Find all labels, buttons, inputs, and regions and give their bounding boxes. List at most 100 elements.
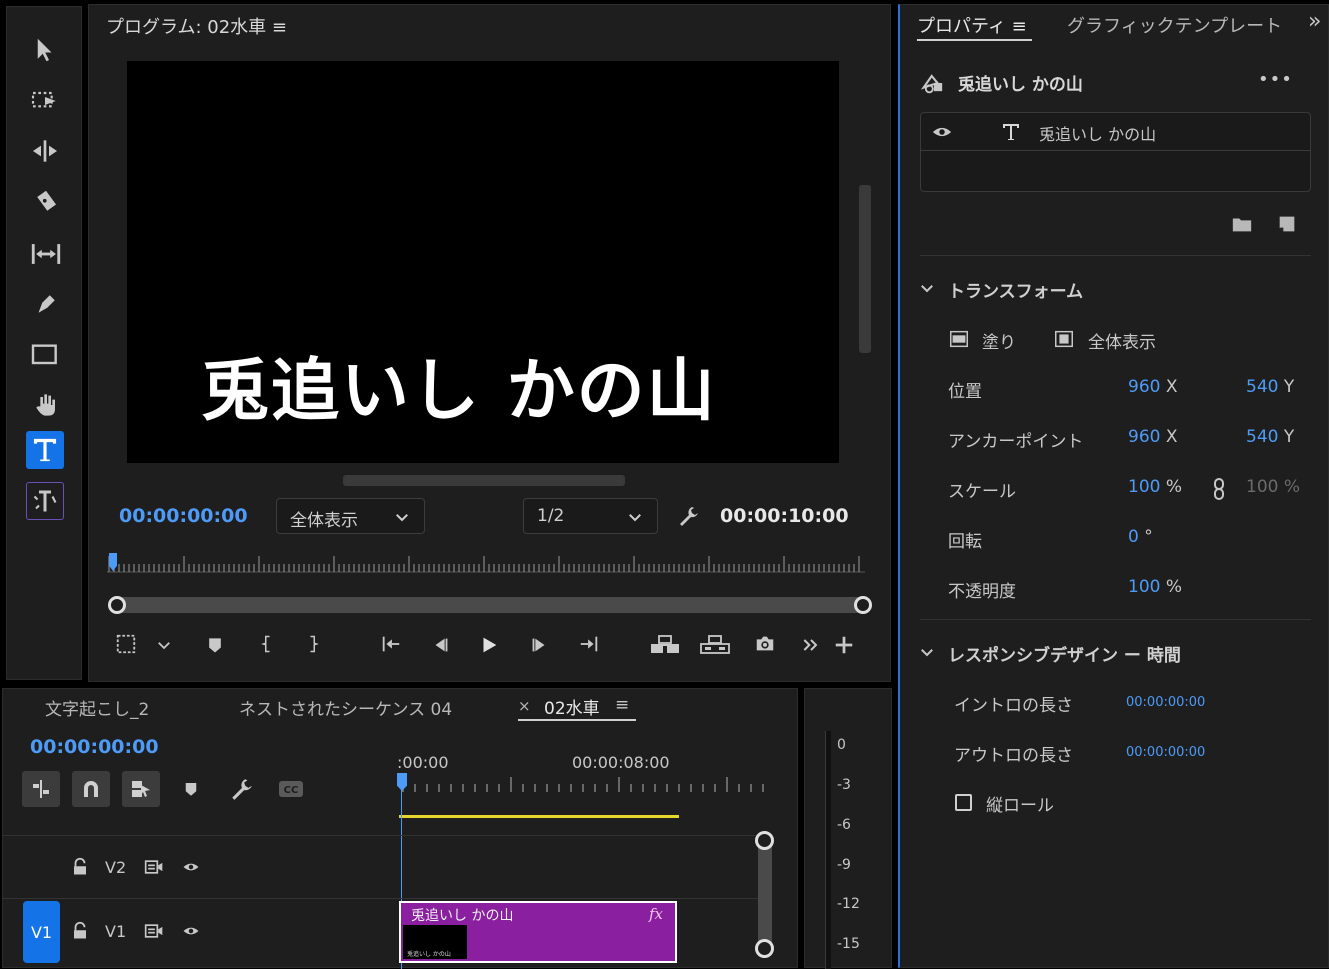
go-to-in-icon[interactable]: [378, 633, 404, 655]
fill-frame-label[interactable]: 塗り: [982, 328, 1016, 353]
wrench-icon[interactable]: [229, 776, 255, 802]
fit-dropdown-value: 全体表示: [290, 511, 358, 531]
anchor-y[interactable]: 540 Y: [1246, 427, 1294, 447]
fit-frame-label[interactable]: 全体表示: [1088, 328, 1156, 353]
track-scroll-handle-top[interactable]: [755, 831, 774, 850]
panel-overflow-icon[interactable]: »: [1308, 9, 1321, 34]
play-icon[interactable]: [478, 633, 500, 657]
lift-icon[interactable]: [649, 632, 681, 656]
mark-in-icon[interactable]: [259, 633, 277, 655]
ruler-label-start: :00:00: [397, 753, 449, 772]
marker-in-out-icon[interactable]: [115, 633, 137, 655]
fit-dropdown[interactable]: 全体表示: [276, 498, 425, 534]
program-title[interactable]: プログラム: 02水車 ≡: [106, 13, 287, 39]
new-layer-icon[interactable]: [1276, 213, 1298, 235]
magnet-icon[interactable]: [72, 771, 110, 807]
graphic-clip[interactable]: 兎追いし かの山 fx 兎追いし かの山: [399, 901, 677, 963]
clip-label: 兎追いし かの山: [411, 908, 514, 924]
track-target-v1[interactable]: V1: [23, 901, 60, 963]
program-timecode[interactable]: 00:00:00:00: [119, 505, 248, 527]
mark-out-icon[interactable]: [303, 633, 321, 655]
meter-tick-0: 0: [837, 737, 846, 753]
rotation-label: 回転: [948, 532, 982, 552]
chevron-down-icon[interactable]: [918, 279, 936, 297]
track-scrollbar[interactable]: [758, 835, 772, 953]
preview-text: 兎追いし かの山: [201, 351, 717, 431]
vertical-scrollbar[interactable]: [859, 185, 871, 353]
anchor-x[interactable]: 960 X: [1128, 427, 1178, 447]
slip-icon[interactable]: [29, 237, 63, 271]
export-frame-icon[interactable]: [752, 633, 778, 655]
chevron-down-icon[interactable]: [155, 636, 173, 654]
tab-nested-sequence[interactable]: ネストされたシーケンス 04: [239, 695, 452, 720]
opacity-value[interactable]: 100 %: [1128, 577, 1182, 597]
sync-lock-icon[interactable]: [143, 921, 165, 941]
track-divider: [3, 835, 763, 836]
tab-properties[interactable]: プロパティ ≡: [917, 12, 1027, 38]
zoom-handle-right[interactable]: [854, 596, 872, 614]
fx-badge[interactable]: fx: [649, 905, 663, 923]
plus-icon[interactable]: [833, 634, 855, 656]
rotation-value[interactable]: 0 °: [1128, 527, 1153, 547]
add-marker-icon[interactable]: [182, 779, 200, 799]
tab-graphic-template[interactable]: グラフィックテンプレート: [1067, 12, 1282, 38]
resolution-dropdown[interactable]: 1/2: [523, 498, 658, 534]
scale-width-value: 100 %: [1246, 477, 1301, 497]
step-forward-icon[interactable]: [528, 634, 550, 656]
sync-lock-icon[interactable]: [143, 857, 165, 877]
roll-checkbox[interactable]: [955, 794, 972, 811]
scale-value[interactable]: 100 %: [1128, 477, 1182, 497]
responsive-section-title[interactable]: レスポンシブデザイン ー 時間: [948, 641, 1181, 666]
timeline-timecode[interactable]: 00:00:00:00: [30, 736, 159, 758]
tab-menu-icon[interactable]: ≡: [615, 695, 629, 715]
eye-icon[interactable]: [180, 858, 202, 876]
video-preview[interactable]: 兎追いし かの山: [127, 61, 839, 463]
fit-frame-icon[interactable]: [1052, 328, 1076, 350]
vertical-type-icon[interactable]: [26, 482, 64, 520]
snap-icon[interactable]: [22, 771, 60, 807]
razor-icon[interactable]: [31, 187, 61, 217]
track-scroll-handle-bottom[interactable]: [755, 939, 774, 958]
outro-value[interactable]: 00:00:00:00: [1126, 745, 1205, 760]
eye-icon[interactable]: [180, 922, 202, 940]
intro-value[interactable]: 00:00:00:00: [1126, 695, 1205, 710]
linked-selection-icon[interactable]: [122, 771, 160, 807]
type-icon[interactable]: [26, 431, 64, 469]
folder-icon[interactable]: [1230, 213, 1254, 235]
clip-thumbnail-text: 兎追いし かの山: [407, 951, 451, 958]
rectangle-icon[interactable]: [29, 339, 61, 371]
zoom-handle-left[interactable]: [108, 596, 126, 614]
fill-frame-icon[interactable]: [947, 328, 971, 350]
position-x[interactable]: 960 X: [1128, 377, 1178, 397]
step-back-icon[interactable]: [430, 634, 452, 656]
more-icon[interactable]: [801, 635, 821, 655]
chevron-down-icon[interactable]: [918, 643, 936, 661]
position-y[interactable]: 540 Y: [1246, 377, 1294, 397]
lock-icon[interactable]: [71, 921, 89, 941]
tab-transcript[interactable]: 文字起こし_2: [45, 695, 149, 720]
timeline-ruler[interactable]: [399, 777, 769, 793]
select-icon[interactable]: [31, 35, 57, 65]
program-time-ruler[interactable]: [107, 552, 869, 576]
link-icon[interactable]: [1209, 477, 1229, 501]
tab-close-icon[interactable]: ×: [518, 697, 531, 715]
add-marker-icon[interactable]: [205, 635, 225, 655]
ripple-edit-icon[interactable]: [29, 135, 61, 167]
go-to-out-icon[interactable]: [576, 633, 602, 655]
layer-row[interactable]: 兎追いし かの山: [921, 113, 1310, 151]
zoom-bar[interactable]: [111, 597, 865, 613]
wrench-icon[interactable]: [677, 504, 701, 528]
panel-menu-icon[interactable]: •••: [1258, 69, 1293, 90]
extract-icon[interactable]: [699, 632, 731, 656]
transform-section-title[interactable]: トランスフォーム: [948, 277, 1083, 302]
tab-sequence-active[interactable]: 02水車: [544, 694, 600, 719]
lock-icon[interactable]: [71, 857, 89, 877]
pen-icon[interactable]: [31, 289, 61, 319]
work-area-bar[interactable]: [399, 815, 679, 818]
track-select-icon[interactable]: [29, 85, 61, 117]
horizontal-scrollbar[interactable]: [343, 475, 625, 486]
hand-icon[interactable]: [31, 389, 63, 421]
captions-icon[interactable]: CC: [277, 778, 305, 800]
svg-text:CC: CC: [284, 785, 299, 796]
eye-icon[interactable]: [931, 121, 953, 143]
